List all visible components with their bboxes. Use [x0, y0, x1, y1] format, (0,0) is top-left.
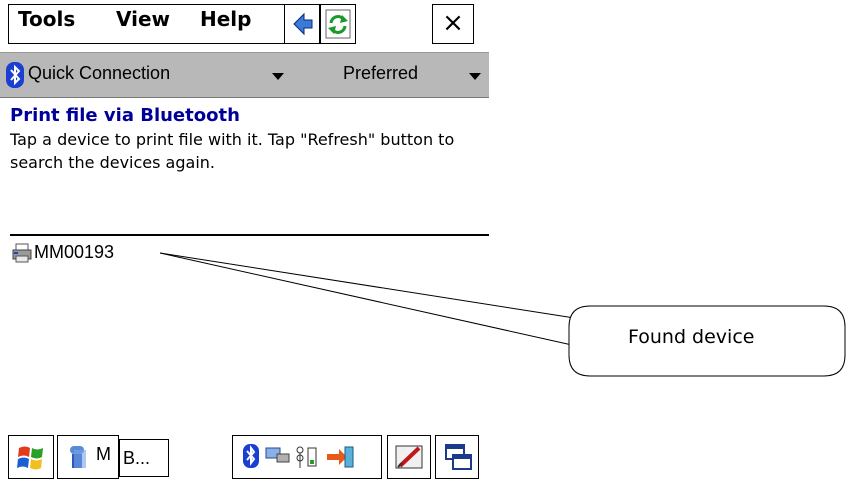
callout-leader-lines — [159, 252, 601, 346]
callout-label: Found device — [628, 326, 755, 348]
